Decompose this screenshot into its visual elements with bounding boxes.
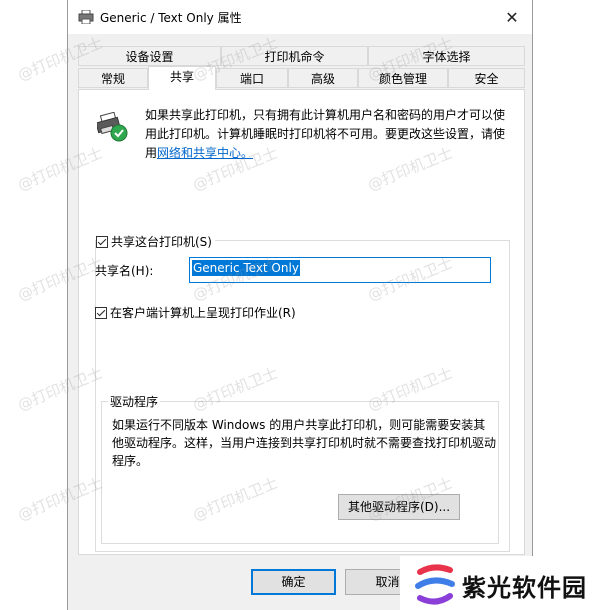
brand-badge: 紫光软件园 (400, 556, 600, 610)
network-sharing-center-link[interactable]: 网络和共享中心。 (157, 146, 253, 160)
drivers-legend: 驱动程序 (108, 393, 161, 410)
printer-icon (78, 10, 94, 24)
sharing-tab-panel: 如果共享此打印机，只有拥有此计算机用户名和密码的用户才可以使用此打印机。计算机睡… (78, 89, 525, 555)
tab-color-management[interactable]: 颜色管理 (358, 68, 448, 88)
window-title: Generic / Text Only 属性 (100, 11, 242, 25)
tab-advanced[interactable]: 高级 (288, 68, 358, 88)
brand-name: 紫光软件园 (462, 574, 587, 602)
share-name-input[interactable]: Generic Text Only (189, 257, 491, 283)
shared-printer-icon (97, 112, 128, 142)
tab-device-settings[interactable]: 设备设置 (78, 46, 221, 66)
render-jobs-checkbox-row[interactable]: 在客户端计算机上呈现打印作业(R) (95, 304, 296, 321)
tab-security[interactable]: 安全 (448, 68, 525, 88)
tab-printer-commands[interactable]: 打印机命令 (221, 46, 368, 66)
share-printer-checkbox-row[interactable]: 共享这台打印机(S) (96, 233, 215, 250)
additional-drivers-button[interactable]: 其他驱动程序(D)... (338, 494, 460, 520)
render-jobs-checkbox[interactable] (95, 306, 107, 319)
close-button[interactable]: ✕ (492, 0, 532, 34)
title-bar: Generic / Text Only 属性 ✕ (68, 0, 532, 34)
render-jobs-label: 在客户端计算机上呈现打印作业(R) (110, 306, 296, 320)
properties-dialog: Generic / Text Only 属性 ✕ 设备设置 打印机命令 字体选择… (67, 0, 533, 610)
ok-button[interactable]: 确定 (251, 569, 336, 595)
share-printer-checkbox[interactable] (96, 235, 108, 248)
drivers-description: 如果运行不同版本 Windows 的用户共享此打印机，则可能需要安装其他驱动程序… (112, 418, 497, 468)
tab-font-selection[interactable]: 字体选择 (368, 46, 525, 66)
tab-sharing[interactable]: 共享 (148, 66, 216, 90)
share-name-value: Generic Text Only (192, 260, 300, 276)
tab-ports[interactable]: 端口 (216, 68, 288, 88)
share-name-label: 共享名(H): (95, 264, 154, 278)
share-printer-label: 共享这台打印机(S) (111, 235, 212, 249)
brand-logo-icon (415, 564, 455, 605)
drivers-group-box: 驱动程序 如果运行不同版本 Windows 的用户共享此打印机，则可能需要安装其… (101, 393, 499, 544)
tab-general[interactable]: 常规 (78, 68, 148, 88)
sharing-info-text: 如果共享此打印机，只有拥有此计算机用户名和密码的用户才可以使用此打印机。计算机睡… (145, 106, 510, 163)
